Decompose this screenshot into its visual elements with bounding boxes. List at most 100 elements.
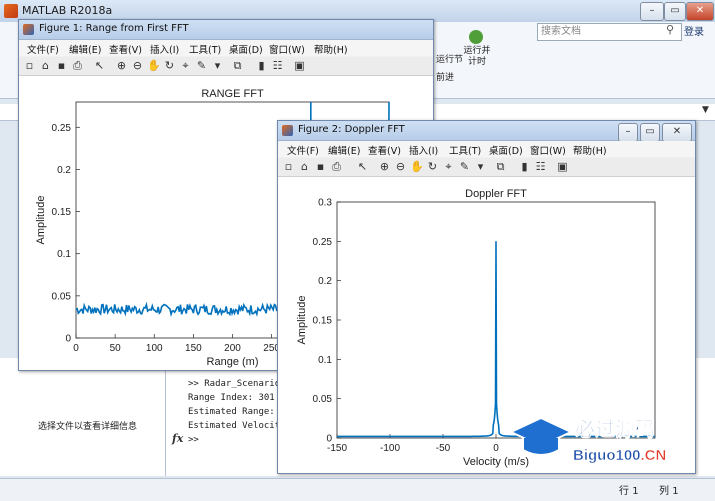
watermark-sub-text: Biguo100.CN: [573, 447, 666, 464]
status-row-label: 行: [619, 486, 629, 497]
plot-tools-icon[interactable]: ▣: [556, 160, 569, 173]
search-icon[interactable]: ⚲: [666, 24, 676, 35]
y-tick-label: 0.2: [57, 165, 71, 176]
menu-window[interactable]: 窗口(W): [530, 143, 566, 157]
zoom-out-icon[interactable]: ⊖: [394, 160, 407, 173]
y-tick-label: 0.15: [52, 207, 72, 218]
figure-2-titlebar[interactable]: Figure 2: Doppler FFT – ▭ ✕: [278, 121, 695, 142]
figure-icon: [282, 125, 293, 136]
x-tick-label: 200: [224, 343, 241, 354]
save-icon[interactable]: ▪: [314, 160, 327, 173]
run-and-time-button[interactable]: 运行并 计时: [462, 46, 492, 68]
menu-tools[interactable]: 工具(T): [189, 42, 221, 56]
menu-edit[interactable]: 编辑(E): [328, 143, 360, 157]
menu-file[interactable]: 文件(F): [287, 143, 319, 157]
figure-1-titlebar[interactable]: Figure 1: Range from First FFT: [19, 20, 433, 40]
menu-edit[interactable]: 编辑(E): [69, 42, 101, 56]
x-tick-label: 150: [185, 343, 202, 354]
new-figure-icon[interactable]: ▫: [23, 59, 36, 72]
brush-icon[interactable]: ✎: [195, 59, 208, 72]
plot-tools-icon[interactable]: ▣: [293, 59, 306, 72]
command-prompt[interactable]: >>: [188, 435, 199, 445]
legend-icon[interactable]: ☷: [534, 160, 547, 173]
pointer-icon[interactable]: ↖: [93, 59, 106, 72]
data-cursor-icon[interactable]: ⌖: [442, 160, 455, 173]
maximize-button[interactable]: ▭: [664, 2, 686, 21]
x-tick-label: 0: [493, 443, 499, 454]
zoom-in-icon[interactable]: ⊕: [378, 160, 391, 173]
colorbar-icon[interactable]: ▮: [518, 160, 531, 173]
menu-desktop[interactable]: 桌面(D): [489, 143, 523, 157]
print-icon[interactable]: ⎙: [330, 160, 343, 173]
print-icon[interactable]: ⎙: [71, 59, 84, 72]
close-button[interactable]: ✕: [662, 123, 692, 142]
link-plot-icon[interactable]: ⧉: [231, 59, 244, 72]
status-col-indicator: 列 1: [659, 482, 679, 497]
function-browser-icon[interactable]: fx: [172, 432, 183, 445]
link-plot-icon[interactable]: ⧉: [494, 160, 507, 173]
rotate-icon[interactable]: ↻: [426, 160, 439, 173]
run-time-line1: 运行并: [463, 46, 491, 56]
y-tick-label: 0.25: [52, 123, 72, 134]
status-bar: [0, 478, 715, 501]
command-line: Estimated Range:: [188, 407, 275, 417]
status-col-label: 列: [659, 486, 669, 497]
open-file-icon[interactable]: ⌂: [39, 59, 52, 72]
zoom-in-icon[interactable]: ⊕: [115, 59, 128, 72]
close-button[interactable]: ✕: [686, 2, 714, 21]
pan-icon[interactable]: ✋: [410, 160, 424, 173]
watermark-sub-text-a: Biguo100: [573, 447, 641, 464]
x-tick-label: 100: [146, 343, 163, 354]
zoom-out-icon[interactable]: ⊖: [131, 59, 144, 72]
chevron-down-icon[interactable]: ▾: [474, 160, 487, 173]
data-cursor-icon[interactable]: ⌖: [179, 59, 192, 72]
chevron-down-icon[interactable]: ▾: [211, 59, 224, 72]
legend-icon[interactable]: ☷: [271, 59, 284, 72]
watermark-main-text: 必过源码: [574, 417, 655, 441]
new-figure-icon[interactable]: ▫: [282, 160, 295, 173]
minimize-button[interactable]: –: [618, 123, 638, 142]
open-file-icon[interactable]: ⌂: [298, 160, 311, 173]
command-line: Estimated Velocity: [188, 421, 286, 431]
rotate-icon[interactable]: ↻: [163, 59, 176, 72]
y-tick-label: 0.05: [313, 394, 333, 405]
login-link[interactable]: 登录: [684, 23, 704, 38]
y-axis-label: Amplitude: [35, 196, 47, 245]
minimize-button[interactable]: –: [640, 2, 664, 21]
menu-desktop[interactable]: 桌面(D): [229, 42, 263, 56]
x-tick-label: -150: [327, 443, 347, 454]
run-time-icon[interactable]: [469, 30, 483, 44]
menu-view[interactable]: 查看(V): [368, 143, 401, 157]
colorbar-icon[interactable]: ▮: [255, 59, 268, 72]
chevron-down-icon[interactable]: ▼: [702, 105, 709, 115]
chart-title: RANGE FFT: [201, 88, 264, 100]
menu-help[interactable]: 帮助(H): [573, 143, 607, 157]
maximize-button[interactable]: ▭: [640, 123, 660, 142]
status-row-indicator: 行 1: [619, 482, 639, 497]
menu-insert[interactable]: 插入(I): [409, 143, 438, 157]
run-time-line2: 计时: [467, 57, 486, 67]
pan-icon[interactable]: ✋: [147, 59, 161, 72]
run-section-button[interactable]: 运行节: [436, 52, 463, 65]
figure-icon: [23, 24, 34, 35]
watermark-logo: 必过源码 Biguo100.CN: [508, 417, 667, 464]
pointer-icon[interactable]: ↖: [356, 160, 369, 173]
menu-view[interactable]: 查看(V): [109, 42, 142, 56]
command-line: Range Index: 301: [188, 393, 275, 403]
status-col-value: 1: [672, 486, 679, 497]
save-icon[interactable]: ▪: [55, 59, 68, 72]
brush-icon[interactable]: ✎: [458, 160, 471, 173]
menu-insert[interactable]: 插入(I): [150, 42, 179, 56]
menu-file[interactable]: 文件(F): [27, 42, 59, 56]
command-line: >> Radar_Scenario: [188, 379, 281, 389]
status-row-value: 1: [632, 486, 639, 497]
menu-help[interactable]: 帮助(H): [314, 42, 348, 56]
menu-tools[interactable]: 工具(T): [449, 143, 481, 157]
search-input[interactable]: 搜索文档: [537, 23, 682, 41]
matlab-logo-icon: [4, 4, 18, 18]
figure-2-toolbar: ▫ ⌂ ▪ ⎙ ↖ ⊕ ⊖ ✋ ↻ ⌖ ✎ ▾ ⧉ ▮ ☷ ▣: [278, 158, 695, 177]
run-advance-button[interactable]: 前进: [436, 70, 454, 83]
menu-window[interactable]: 窗口(W): [269, 42, 305, 56]
y-tick-label: 0: [65, 334, 71, 345]
y-tick-label: 0.3: [318, 198, 332, 209]
